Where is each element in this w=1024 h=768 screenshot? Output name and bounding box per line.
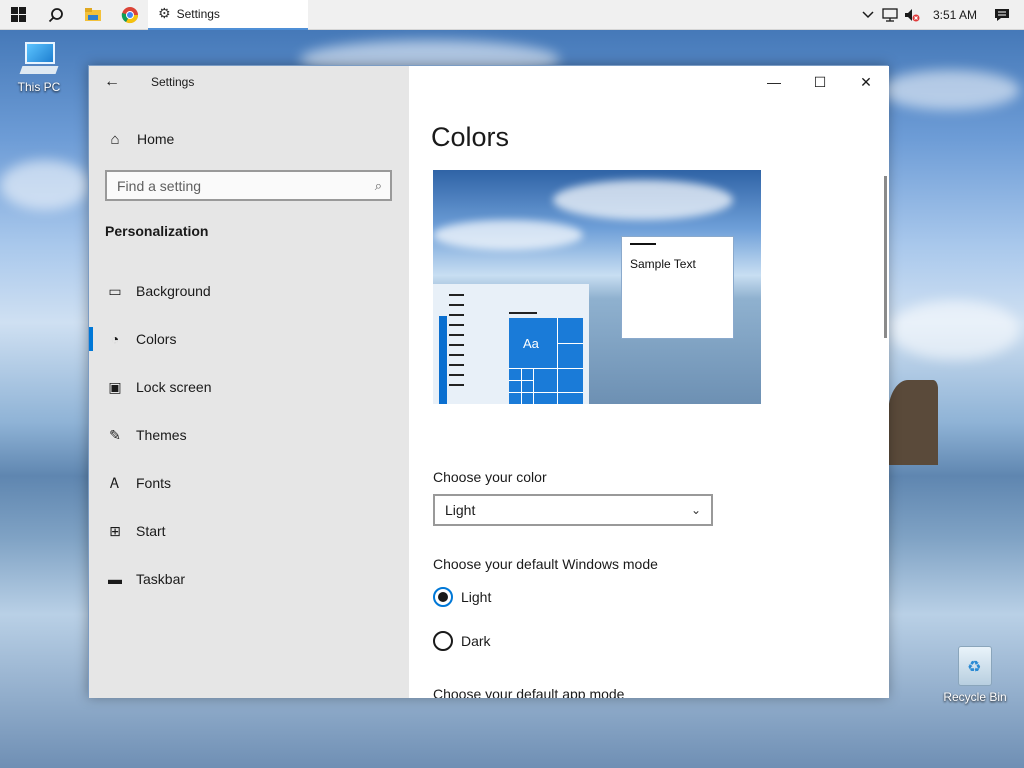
search-button[interactable] [37,0,74,30]
cloud-decoration [433,220,583,250]
themes-icon: ✎ [109,426,121,443]
folder-icon [84,7,101,21]
window-controls: — ☐ ✕ [751,66,889,98]
search-icon: ⌕ [374,177,382,193]
file-explorer-button[interactable] [74,0,111,30]
windows-logo-icon [11,7,26,22]
settings-content: — ☐ ✕ Colors Aa Sample Text Choose your … [409,66,889,698]
cloud-decoration [880,70,1020,110]
network-icon [882,8,898,22]
choose-color-dropdown[interactable]: Light ⌄ [433,494,713,526]
picture-icon: ▭ [108,282,122,299]
sidebar-item-themes[interactable]: ✎ Themes [89,415,409,455]
cloud-decoration [0,160,90,210]
volume-button[interactable] [901,0,923,30]
sidebar-item-taskbar[interactable]: ▬ Taskbar [89,559,409,599]
windows-mode-dark-radio[interactable]: Dark [433,631,491,651]
sidebar-item-label: Lock screen [136,379,212,395]
search-icon [48,7,63,22]
home-icon: ⌂ [110,130,120,148]
clock[interactable]: 3:51 AM [923,0,991,30]
sidebar-item-background[interactable]: ▭ Background [89,271,409,311]
page-title: Colors [431,122,510,152]
section-title: Personalization [105,223,209,239]
palette-icon: ◔ [110,331,120,347]
computer-icon [19,42,59,76]
preview-tile-text: Aa [523,336,539,351]
back-button[interactable]: ← [89,66,135,98]
recycle-bin-label: Recycle Bin [943,690,1007,704]
sidebar-item-label: Background [136,283,211,299]
preview-tiles: Aa [509,318,583,404]
chrome-icon [121,6,138,23]
cloud-decoration [890,300,1020,360]
minimize-icon: — [767,74,781,90]
home-nav-item[interactable]: ⌂ Home [89,124,409,154]
sidebar-item-fonts[interactable]: Ꭺ Fonts [89,463,409,503]
start-icon: ⊞ [109,522,121,539]
fonts-icon: Ꭺ [110,474,120,491]
dropdown-value: Light [445,502,476,518]
taskbar-icon: ▬ [108,571,122,587]
app-title: Settings [151,75,195,89]
sidebar-item-label: Colors [136,331,177,347]
search-input[interactable]: Find a setting ⌕ [105,170,392,201]
show-hidden-icons-button[interactable] [857,0,879,30]
radio-label: Dark [461,633,491,649]
preview-accent-bar [439,316,447,404]
action-center-button[interactable] [991,0,1024,30]
preview-list-lines [449,294,464,394]
sidebar-item-label: Themes [136,427,187,443]
this-pc-label: This PC [17,80,61,94]
system-tray: 3:51 AM [857,0,1024,30]
sidebar-item-label: Fonts [136,475,172,491]
radio-button[interactable] [433,631,453,651]
home-label: Home [137,131,175,147]
cloud-decoration [553,180,733,220]
sidebar-item-colors[interactable]: ◔ Colors [89,319,409,359]
settings-sidebar: ← Settings ⌂ Home Find a setting ⌕ Perso… [89,66,409,698]
sidebar-item-label: Taskbar [136,571,186,587]
gear-icon: ⚙ [158,5,171,21]
radio-button-selected[interactable] [433,587,453,607]
sidebar-item-start[interactable]: ⊞ Start [89,511,409,551]
rock-decoration [888,380,938,465]
minimize-button[interactable]: — [751,66,797,98]
close-icon: ✕ [860,73,872,90]
maximize-button[interactable]: ☐ [797,66,843,98]
choose-color-label: Choose your color [433,469,547,485]
windows-mode-label: Choose your default Windows mode [433,556,658,572]
volume-muted-icon [904,9,920,22]
arrow-left-icon: ← [104,73,120,90]
scrollbar[interactable] [884,176,887,338]
taskbar-settings-task[interactable]: ⚙ Settings [148,0,308,30]
preview-sample-text: Sample Text [630,257,696,271]
preview-divider [509,312,537,314]
recycle-bin-icon [958,646,992,686]
chrome-button[interactable] [111,0,148,30]
search-placeholder: Find a setting [117,177,202,194]
chevron-up-icon [862,11,874,19]
app-mode-label: Choose your default app mode [433,686,625,698]
sidebar-item-lock-screen[interactable]: ▣ Lock screen [89,367,409,407]
notification-icon [995,9,1009,21]
taskbar-task-label: Settings [176,6,220,21]
start-button[interactable] [0,0,37,30]
preview-start-menu: Aa [433,284,589,404]
lock-screen-icon: ▣ [108,378,122,395]
maximize-icon: ☐ [813,73,827,90]
windows-mode-light-radio[interactable]: Light [433,587,491,607]
radio-label: Light [461,589,492,605]
taskbar: ⚙ Settings 3:51 AM [0,0,1024,30]
sidebar-item-label: Start [136,523,166,539]
recycle-bin-desktop-icon[interactable]: Recycle Bin [940,646,1010,704]
close-button[interactable]: ✕ [843,66,889,98]
settings-window: ← Settings ⌂ Home Find a setting ⌕ Perso… [88,65,889,698]
preview-window: Sample Text [621,236,734,339]
color-preview: Aa Sample Text [433,170,761,404]
title-bar: ← Settings [89,66,409,98]
chevron-down-icon: ⌄ [690,503,701,517]
network-button[interactable] [879,0,901,30]
this-pc-desktop-icon[interactable]: This PC [4,42,74,94]
